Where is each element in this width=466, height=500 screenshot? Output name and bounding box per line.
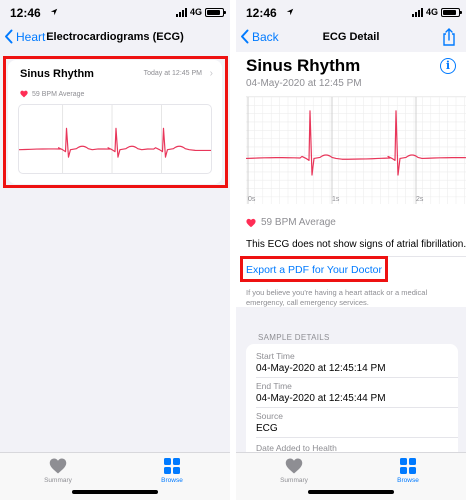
info-icon[interactable]: i [440, 58, 456, 74]
tab-browse[interactable]: Browse [378, 457, 438, 484]
time-tick-1: 1s [332, 196, 340, 203]
location-arrow-icon [286, 8, 294, 16]
tab-summary-label: Summary [280, 477, 308, 484]
recording-date: 04-May-2020 at 12:45 PM [246, 78, 362, 89]
time-tick-2: 2s [416, 196, 424, 203]
ecg-list-screen: 12:46 4G Heart Electrocardiograms (ECG) … [0, 0, 230, 500]
heart-icon [246, 218, 256, 227]
battery-icon [441, 7, 462, 17]
time-tick-0: 0s [248, 196, 256, 203]
tab-summary[interactable]: Summary [264, 457, 324, 484]
sample-details-card: Start Time 04-May-2020 at 12:45:14 PM En… [246, 344, 458, 462]
status-time: 12:46 [246, 6, 277, 20]
heart-icon [49, 458, 67, 474]
navigation-bar: Back ECG Detail [236, 24, 466, 52]
page-title: Electrocardiograms (ECG) [46, 31, 184, 43]
start-time-value: 04-May-2020 at 12:45:14 PM [256, 363, 386, 374]
grid-icon [164, 458, 180, 474]
status-bar: 12:46 4G [0, 0, 230, 24]
heart-icon [20, 90, 28, 98]
home-indicator [72, 490, 158, 494]
signal-icon [175, 7, 187, 17]
tab-summary-label: Summary [44, 477, 72, 484]
card-title: Sinus Rhythm [20, 68, 94, 80]
navigation-bar: Heart Electrocardiograms (ECG) [0, 24, 230, 52]
tab-browse-label: Browse [161, 477, 183, 484]
battery-icon [205, 7, 226, 17]
ecg-detail-svg [246, 97, 466, 204]
ecg-thumbnail-svg [19, 105, 211, 173]
network-label: 4G [425, 7, 438, 17]
heart-icon [285, 458, 303, 474]
chevron-right-icon: › [209, 68, 213, 79]
card-date: Today at 12:45 PM [143, 70, 202, 77]
location-arrow-icon [50, 8, 58, 16]
page-title: ECG Detail [322, 31, 380, 43]
share-icon[interactable] [442, 28, 456, 46]
afib-result: This ECG does not show signs of atrial f… [246, 239, 466, 250]
card-bpm-label: 59 BPM Average [32, 90, 85, 98]
sample-row-end: End Time 04-May-2020 at 12:45:44 PM [256, 381, 458, 404]
divider [256, 437, 458, 438]
ecg-detail-graph [246, 96, 466, 204]
bpm-average: 59 BPM Average [246, 217, 336, 228]
rhythm-heading: Sinus Rhythm [246, 56, 361, 75]
ecg-recording-card[interactable]: Sinus Rhythm Today at 12:45 PM › 59 BPM … [8, 60, 222, 184]
sample-row-start: Start Time 04-May-2020 at 12:45:14 PM [256, 351, 458, 374]
status-indicators: 4G [175, 7, 226, 17]
source-label: Source [256, 411, 283, 421]
sample-details-header: SAMPLE DETAILS [258, 333, 330, 342]
end-time-label: End Time [256, 381, 292, 391]
bpm-average-label: 59 BPM Average [261, 217, 336, 228]
end-time-value: 04-May-2020 at 12:45:44 PM [256, 393, 386, 404]
tab-browse-label: Browse [397, 477, 419, 484]
divider [256, 377, 458, 378]
tab-bar: Summary Browse [0, 452, 230, 500]
tab-bar: Summary Browse [236, 452, 466, 500]
ecg-thumbnail-graph [18, 104, 212, 174]
status-bar: 12:46 4G [236, 0, 466, 24]
start-time-label: Start Time [256, 351, 295, 361]
home-indicator [308, 490, 394, 494]
emergency-note: If you believe you're having a heart att… [246, 288, 428, 307]
divider [256, 407, 458, 408]
card-bpm: 59 BPM Average [20, 90, 84, 98]
tab-browse[interactable]: Browse [142, 457, 202, 484]
tab-summary[interactable]: Summary [28, 457, 88, 484]
grid-icon [400, 458, 416, 474]
divider [246, 256, 466, 257]
ecg-detail-screen: 12:46 4G Back ECG Detail Sinus Rhythm i … [236, 0, 466, 500]
export-pdf-link[interactable]: Export a PDF for Your Doctor [246, 264, 382, 276]
source-value: ECG [256, 423, 278, 434]
sample-row-source: Source ECG [256, 411, 458, 434]
network-label: 4G [189, 7, 202, 17]
signal-icon [411, 7, 423, 17]
status-indicators: 4G [411, 7, 462, 17]
status-time: 12:46 [10, 6, 41, 20]
